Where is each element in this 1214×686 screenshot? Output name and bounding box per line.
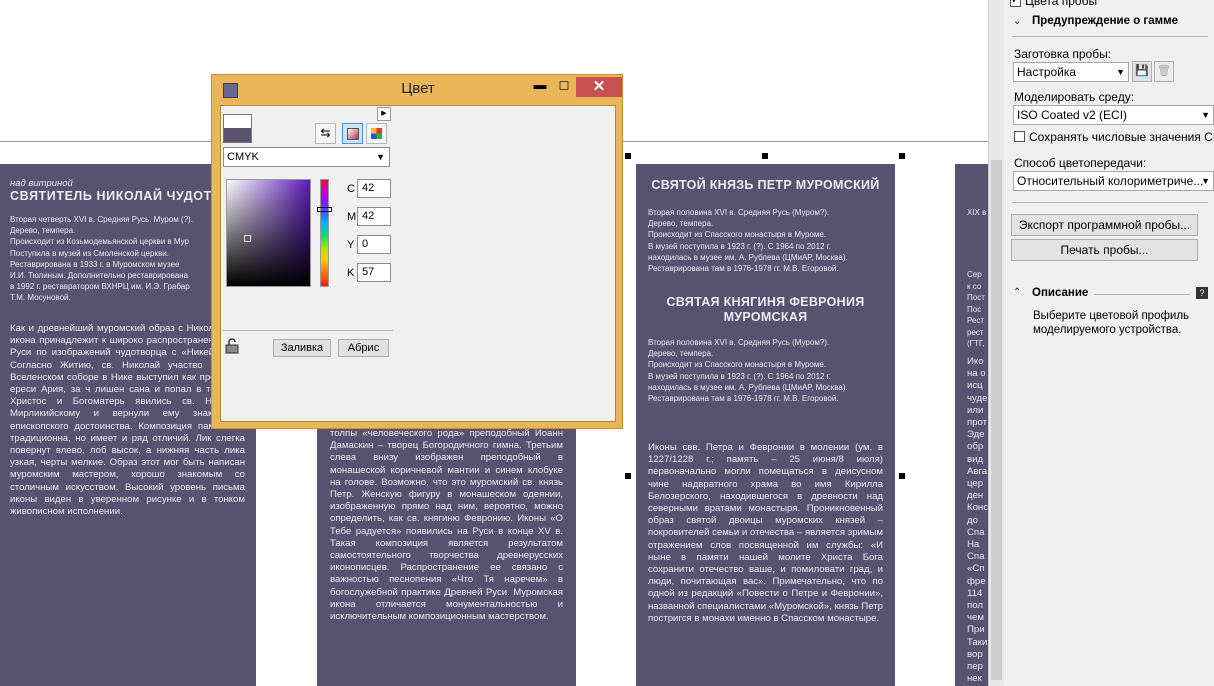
chevron-down-icon: ▼ [1201,176,1210,186]
flyout-arrow-icon[interactable]: ▶ [377,107,391,121]
canvas-vertical-scrollbar[interactable] [988,0,1004,686]
palette-grid-icon [371,128,382,139]
proof-colors-label: Цвета пробы [1025,0,1098,8]
simulate-environment-value: ISO Coated v2 (ECI) [1017,108,1128,122]
black-label: K [347,267,355,279]
print-proof-button[interactable]: Печать пробы... [1011,239,1198,261]
color-model-value: CMYK [227,151,259,163]
section-divider [1012,36,1208,37]
picker-marker[interactable] [244,235,251,242]
color-picker-area[interactable] [226,179,311,287]
rendering-intent-value: Относительный колориметриче... [1017,174,1204,188]
help-icon[interactable]: ? [1196,287,1208,299]
new-color-swatch [223,114,252,129]
chevron-down-icon[interactable]: ⌄ [1013,16,1021,27]
maximize-icon: ☐ [558,79,570,93]
close-icon: ✕ [592,78,606,95]
selection-handle-top-right[interactable] [899,153,905,159]
delete-preset-button[interactable]: 🗑 [1154,61,1174,82]
color-model-select[interactable]: CMYK ▼ [223,147,390,167]
color-sliders-button[interactable]: ⇆ [315,123,336,144]
preserve-cmyk-label: Сохранять числовые значения CMYK [1029,130,1214,144]
color-palettes-button[interactable] [366,123,387,144]
cyan-label: C [347,183,355,195]
current-color-swatch [223,128,252,143]
proof-preset-value: Настройка [1017,65,1077,79]
chevron-up-icon[interactable]: ⌃ [1013,287,1021,298]
maximize-button[interactable]: ☐ [553,77,575,95]
section-divider [1012,202,1208,203]
chevron-down-icon: ▼ [1201,110,1210,120]
simulate-environment-label: Моделировать среду: [1014,90,1135,104]
section-divider [1094,294,1190,295]
panel-body-fragment: Ико на о исц чуде или прот Эде обр вид А… [967,356,988,685]
outline-button[interactable]: Абрис [338,339,389,357]
description-header[interactable]: Описание [1032,287,1088,299]
gamut-warning-header[interactable]: Предупреждение о гамме [1032,15,1178,27]
dialog-body: ▶ ⇆ CMYK ▼ C 42 M 42 Y 0 K 57 Заливка Аб… [220,105,616,422]
color-dialog[interactable]: Цвет ▬ ☐ ✕ ▶ ⇆ CMYK ▼ C 42 M 42 Y 0 K 57… [211,74,623,429]
panel-body-text: Иконы свв. Петра и Февронии в молении (у… [648,442,883,624]
proof-preset-select[interactable]: Настройка ▼ [1013,62,1129,82]
chevron-down-icon: ▼ [376,152,385,162]
panel-body-text: толпы «человеческого рода» преподобный И… [330,428,563,623]
panel-caption: над витриной [10,178,73,189]
magenta-label: M [347,211,357,223]
trash-icon: 🗑 [1157,65,1171,77]
sliders-icon: ⇆ [320,126,331,140]
simulate-environment-select[interactable]: ISO Coated v2 (ECI) ▼ [1013,105,1214,125]
hue-slider[interactable] [320,179,329,287]
proof-preset-label: Заготовка пробы: [1014,47,1112,61]
color-viewer-icon [346,128,359,140]
proof-colors-checkbox[interactable] [1010,0,1021,7]
panel-title-fevronia: СВЯТАЯ КНЯГИНЯ ФЕВРОНИЯ МУРОМСКАЯ [666,295,865,324]
panel-meta-fragment-2: Сер к со Пост Пос Рест рест (ГТГ, [967,270,985,348]
yellow-input[interactable]: 0 [357,235,391,254]
dialog-separator [223,330,393,331]
chevron-down-icon: ▼ [1116,67,1125,77]
panel-title-petr: СВЯТОЙ КНЯЗЬ ПЕТР МУРОМСКИЙ [651,178,880,192]
rendering-intent-select[interactable]: Относительный колориметриче... ▼ [1013,171,1214,191]
scrollbar-thumb[interactable] [991,160,1002,680]
yellow-label: Y [347,239,355,251]
description-text: Выберите цветовой профиль моделируемого … [1033,310,1190,336]
rendering-intent-label: Способ цветопередачи: [1014,156,1147,170]
panel-body-text: Как и древнейший муромский образ с Никол… [10,323,245,518]
cyan-input[interactable]: 42 [357,179,391,198]
selection-handle-left[interactable] [625,473,631,479]
minimize-button[interactable]: ▬ [529,77,551,95]
selection-handle-top[interactable] [762,153,768,159]
magenta-input[interactable]: 42 [357,207,391,226]
hue-slider-handle[interactable] [317,207,332,212]
preserve-cmyk-checkbox[interactable] [1014,131,1025,142]
text-panel-partial[interactable]: XIX в Сер к со Пост Пос Рест рест (ГТГ, … [955,164,988,686]
fill-button[interactable]: Заливка [273,339,331,357]
floppy-disk-icon: 💾 [1135,65,1149,77]
close-button[interactable]: ✕ [576,77,622,97]
text-panel-petr-fevronia[interactable]: СВЯТОЙ КНЯЗЬ ПЕТР МУРОМСКИЙ Вторая полов… [636,164,895,686]
panel-meta-fevronia: Вторая половина XVI в. Средняя Русь (Мур… [648,338,848,404]
black-input[interactable]: 57 [357,263,391,282]
panel-title: СВЯТИТЕЛЬ НИКОЛАЙ ЧУДОТВО [10,189,232,203]
proof-docker: Цвета пробы ⌄ Предупреждение о гамме Заг… [1004,0,1214,686]
export-soft-proof-button[interactable]: Экспорт программной пробы... [1011,214,1198,236]
panel-meta-petr: Вторая половина XVI в. Средняя Русь (Мур… [648,208,848,274]
panel-meta-fragment: XIX в [967,208,987,217]
unlock-icon[interactable] [225,338,239,354]
selection-handle-right[interactable] [899,473,905,479]
save-preset-button[interactable]: 💾 [1132,61,1152,82]
minimize-icon: ▬ [533,77,547,92]
color-viewer-button[interactable] [342,123,363,144]
selection-handle-top-left[interactable] [625,153,631,159]
